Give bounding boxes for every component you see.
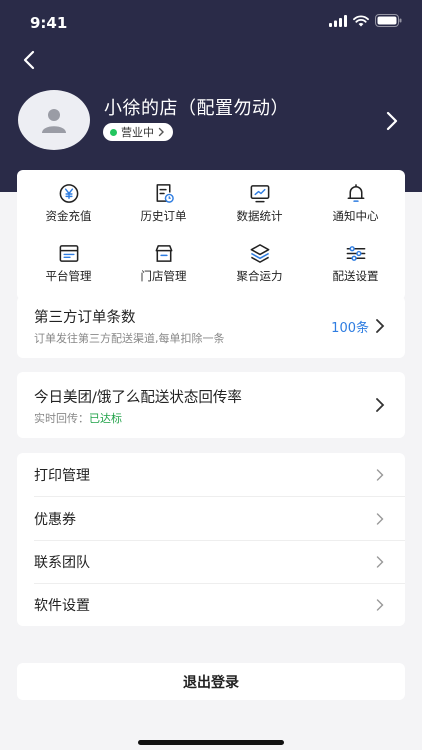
menu-label: 打印管理 — [34, 468, 90, 484]
status-time: 9:41 — [30, 14, 68, 32]
grid-label: 平台管理 — [45, 269, 92, 283]
user-avatar-icon — [42, 109, 66, 133]
grid-label: 历史订单 — [140, 209, 187, 223]
grid-item-history-orders[interactable]: 历史订单 — [115, 170, 212, 224]
bell-icon — [347, 184, 364, 202]
menu-label: 优惠券 — [34, 512, 76, 528]
avatar[interactable] — [18, 90, 90, 150]
home-indicator[interactable] — [138, 740, 284, 745]
grid-label: 数据统计 — [236, 209, 283, 223]
grid-item-platform-manage[interactable]: 平台管理 — [20, 230, 117, 284]
status-dot — [110, 128, 117, 136]
store-detail-chevron-icon[interactable] — [384, 110, 400, 132]
battery-icon — [375, 14, 402, 27]
order-history-icon — [156, 184, 174, 203]
menu-item-software-settings[interactable]: 软件设置 — [17, 583, 405, 626]
delivery-sync-rate-card[interactable]: 今日美团/饿了么配送状态回传率 实时回传：已达标 — [17, 372, 405, 438]
sync-rate-title: 今日美团/饿了么配送状态回传率 — [34, 390, 242, 406]
chevron-right-icon — [376, 556, 384, 568]
status-icons — [329, 14, 402, 27]
third-party-orders-card[interactable]: 第三方订单条数 订单发往第三方配送渠道,每单扣除一条 100条 — [17, 296, 405, 358]
status-bar: 9:41 — [0, 0, 422, 44]
menu-label: 软件设置 — [34, 598, 90, 614]
sync-rate-prefix: 实时回传： — [34, 412, 89, 425]
grid-label: 配送设置 — [332, 269, 379, 283]
chart-monitor-icon — [250, 185, 269, 203]
business-status-label: 营业中 — [121, 126, 154, 139]
menu-item-coupons[interactable]: 优惠券 — [17, 497, 405, 540]
store-header: 9:41 小徐的店（配置勿动） 营业中 — [0, 0, 422, 192]
grid-label: 聚合运力 — [236, 269, 283, 283]
browser-window-icon — [59, 245, 78, 262]
settings-menu-list: 打印管理 优惠券 联系团队 软件设置 — [17, 453, 405, 626]
grid-item-delivery-settings[interactable]: 配送设置 — [307, 230, 404, 284]
yen-coin-icon — [59, 184, 78, 203]
quick-actions-grid: 资金充值 历史订单 数据统计 通知中心 平台管理 门店管理 聚合运力 配送设置 — [17, 170, 405, 300]
menu-item-print-manage[interactable]: 打印管理 — [17, 453, 405, 496]
sync-rate-status-value: 已达标 — [89, 412, 122, 425]
store-icon — [155, 245, 172, 262]
grid-label: 资金充值 — [45, 209, 92, 223]
third-party-title: 第三方订单条数 — [34, 310, 136, 326]
chevron-right-icon — [376, 319, 385, 333]
chevron-right-icon — [376, 599, 384, 611]
menu-item-contact-team[interactable]: 联系团队 — [17, 540, 405, 583]
layers-icon — [250, 244, 269, 263]
logout-button[interactable]: 退出登录 — [17, 663, 405, 700]
menu-label: 联系团队 — [34, 555, 90, 571]
grid-label: 门店管理 — [140, 269, 187, 283]
grid-item-store-manage[interactable]: 门店管理 — [115, 230, 212, 284]
wifi-icon — [353, 14, 369, 26]
business-status-badge[interactable]: 营业中 — [103, 123, 173, 141]
grid-label: 通知中心 — [332, 209, 379, 223]
back-icon[interactable] — [18, 48, 42, 72]
chevron-right-icon — [376, 398, 385, 412]
sliders-icon — [346, 246, 365, 261]
grid-item-recharge[interactable]: 资金充值 — [20, 170, 117, 224]
grid-item-aggregate-delivery[interactable]: 聚合运力 — [211, 230, 308, 284]
third-party-count: 100条 — [331, 321, 369, 336]
signal-icon — [329, 14, 347, 27]
chevron-right-icon — [158, 127, 164, 137]
grid-item-notifications[interactable]: 通知中心 — [307, 170, 404, 224]
third-party-subtitle: 订单发往第三方配送渠道,每单扣除一条 — [34, 332, 225, 345]
chevron-right-icon — [376, 469, 384, 481]
chevron-right-icon — [376, 513, 384, 525]
sync-rate-status: 实时回传：已达标 — [34, 410, 122, 426]
store-name: 小徐的店（配置勿动） — [104, 98, 289, 119]
grid-item-data-stats[interactable]: 数据统计 — [211, 170, 308, 224]
